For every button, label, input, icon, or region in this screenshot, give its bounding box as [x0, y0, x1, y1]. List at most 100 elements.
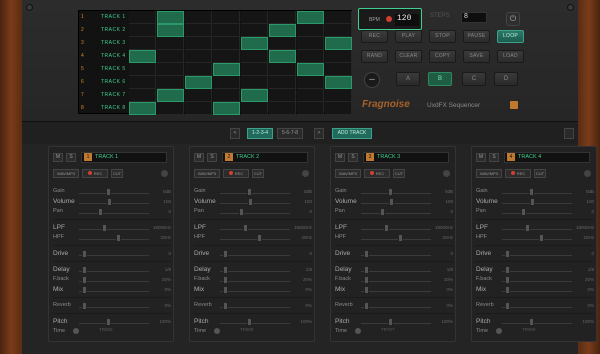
step-cell[interactable] — [213, 11, 240, 24]
step-cell[interactable] — [297, 50, 324, 63]
step-cell[interactable] — [325, 63, 352, 76]
param-slider-handle[interactable] — [222, 286, 228, 294]
step-cell[interactable] — [269, 24, 296, 37]
step-cell[interactable] — [157, 11, 184, 24]
param-slider-handle[interactable] — [106, 318, 111, 326]
param-slider-handle[interactable] — [222, 276, 228, 284]
step-cell[interactable] — [129, 50, 156, 63]
step-cell[interactable] — [185, 76, 212, 89]
mute-button[interactable]: M — [194, 153, 204, 162]
param-slider-handle[interactable] — [504, 302, 510, 310]
param-slider-handle[interactable] — [397, 234, 403, 242]
step-cell[interactable] — [269, 11, 296, 24]
step-cell[interactable] — [269, 37, 296, 50]
step-cell[interactable] — [297, 24, 324, 37]
step-cell[interactable] — [129, 63, 156, 76]
track-name-field[interactable]: 4 TRACK 4 — [504, 152, 590, 163]
step-cell[interactable] — [269, 50, 296, 63]
step-cell[interactable] — [213, 24, 240, 37]
sample-load-button[interactable]: WAV/MP3 — [476, 169, 502, 178]
step-cell[interactable] — [269, 63, 296, 76]
time-knob-icon[interactable] — [496, 328, 502, 334]
sample-load-button[interactable]: WAV/MP3 — [194, 169, 220, 178]
step-cell[interactable] — [157, 24, 184, 37]
param-slider-handle[interactable] — [379, 208, 385, 216]
param-slider-handle[interactable] — [106, 198, 112, 206]
step-cell[interactable] — [185, 50, 212, 63]
param-slider-handle[interactable] — [504, 250, 510, 258]
add-track-button[interactable]: ADD TRACK — [332, 128, 372, 139]
step-cell[interactable] — [241, 37, 268, 50]
record-button[interactable]: REC — [82, 169, 108, 178]
param-slider-handle[interactable] — [363, 266, 369, 274]
time-knob-icon[interactable] — [355, 328, 361, 334]
page-prev-button[interactable]: < — [230, 128, 240, 139]
param-slider-handle[interactable] — [81, 286, 87, 294]
step-cell[interactable] — [325, 37, 352, 50]
mute-button[interactable]: M — [53, 153, 63, 162]
step-cell[interactable] — [325, 24, 352, 37]
step-cell[interactable] — [157, 37, 184, 50]
param-slider-handle[interactable] — [102, 224, 108, 232]
step-cell[interactable] — [213, 89, 240, 102]
bpm-input[interactable]: 120 — [395, 14, 419, 26]
step-cell[interactable] — [241, 11, 268, 24]
step-cell[interactable] — [269, 76, 296, 89]
record-button[interactable]: REC — [505, 169, 531, 178]
param-slider-handle[interactable] — [529, 188, 534, 196]
pattern-pad-d[interactable]: D — [494, 72, 518, 86]
step-cell[interactable] — [157, 89, 184, 102]
step-cell[interactable] — [129, 11, 156, 24]
transport-button-pause[interactable]: PAUSE — [463, 30, 490, 43]
param-slider-handle[interactable] — [243, 224, 249, 232]
step-cell[interactable] — [297, 11, 324, 24]
solo-button[interactable]: S — [66, 153, 76, 162]
time-knob-icon[interactable] — [73, 328, 79, 334]
step-cell[interactable] — [185, 24, 212, 37]
param-slider-handle[interactable] — [81, 302, 87, 310]
step-cell[interactable] — [241, 102, 268, 115]
minus-button[interactable]: – — [364, 72, 380, 88]
param-slider-handle[interactable] — [388, 198, 394, 206]
solo-button[interactable]: S — [207, 153, 217, 162]
step-cell[interactable] — [325, 89, 352, 102]
pattern-pad-c[interactable]: C — [462, 72, 486, 86]
param-slider-handle[interactable] — [256, 234, 262, 242]
param-slider-handle[interactable] — [363, 302, 369, 310]
step-cell[interactable] — [325, 76, 352, 89]
action-button-clear[interactable]: CLEAR — [395, 50, 422, 63]
track-name-field[interactable]: 1 TRACK 1 — [81, 152, 167, 163]
mute-button[interactable]: M — [476, 153, 486, 162]
param-slider-handle[interactable] — [247, 188, 252, 196]
step-cell[interactable] — [297, 76, 324, 89]
param-slider-handle[interactable] — [238, 208, 244, 216]
param-slider-handle[interactable] — [504, 286, 510, 294]
step-cell[interactable] — [297, 102, 324, 115]
step-cell[interactable] — [129, 24, 156, 37]
step-cell[interactable] — [213, 102, 240, 115]
cut-button[interactable]: CUT — [393, 169, 405, 178]
transport-button-loop[interactable]: LOOP — [497, 30, 524, 43]
param-slider-handle[interactable] — [504, 276, 510, 284]
steps-input[interactable]: 8 — [461, 12, 487, 23]
solo-button[interactable]: S — [489, 153, 499, 162]
track-name-field[interactable]: 2 TRACK 2 — [222, 152, 308, 163]
param-slider-handle[interactable] — [247, 318, 252, 326]
param-slider-handle[interactable] — [97, 208, 103, 216]
param-slider-handle[interactable] — [115, 234, 121, 242]
record-button[interactable]: REC — [223, 169, 249, 178]
transport-button-play[interactable]: PLAY — [395, 30, 422, 43]
pattern-pad-b[interactable]: B — [428, 72, 452, 86]
page-1-4-button[interactable]: 1-2-3-4 — [247, 128, 273, 139]
param-slider-handle[interactable] — [222, 302, 228, 310]
param-slider-handle[interactable] — [529, 318, 534, 326]
step-cell[interactable] — [325, 50, 352, 63]
step-cell[interactable] — [213, 63, 240, 76]
step-cell[interactable] — [213, 50, 240, 63]
step-cell[interactable] — [129, 102, 156, 115]
cut-button[interactable]: CUT — [252, 169, 264, 178]
step-cell[interactable] — [269, 102, 296, 115]
step-cell[interactable] — [157, 50, 184, 63]
step-cell[interactable] — [185, 11, 212, 24]
param-slider-handle[interactable] — [363, 250, 369, 258]
